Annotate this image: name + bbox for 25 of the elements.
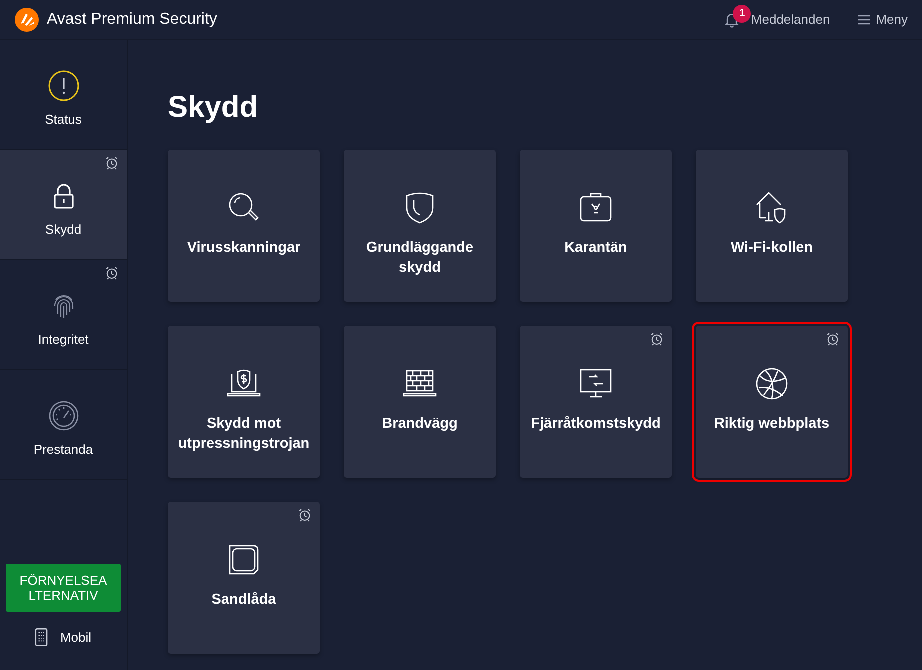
feature-tile[interactable]: Skydd mot utpressningstrojan — [168, 326, 320, 478]
menu-icon — [858, 14, 870, 24]
globe-icon — [754, 366, 790, 402]
app-title: Avast Premium Security — [47, 10, 218, 28]
feature-tile[interactable]: Grundläggande skydd — [344, 150, 496, 302]
mobile-button[interactable]: Mobil — [0, 612, 127, 670]
sidebar-item[interactable]: Skydd — [0, 150, 127, 260]
feature-tile[interactable]: Sandlåda — [168, 502, 320, 654]
notification-count-badge: 1 — [733, 4, 752, 22]
notifications-button[interactable]: 1 Meddelanden — [723, 4, 830, 34]
logo-icon — [15, 8, 39, 32]
sidebar-item[interactable]: Prestanda — [0, 370, 127, 480]
feature-tile[interactable]: Virusskanningar — [168, 150, 320, 302]
feature-tile[interactable]: Karantän — [520, 150, 672, 302]
phone-icon — [35, 628, 48, 647]
feature-tile[interactable]: Brandvägg — [344, 326, 496, 478]
sidebar-item[interactable]: Integritet — [0, 260, 127, 370]
gauge-icon — [48, 400, 80, 432]
page-heading: Skydd — [168, 90, 260, 126]
menu-button[interactable]: Meny — [858, 12, 908, 27]
feature-tile[interactable]: Wi-Fi-kollen — [696, 150, 848, 302]
feature-tile[interactable]: Riktig webbplats — [696, 326, 848, 478]
renewal-options-button[interactable]: FÖRNYELSEA LTERNATIV — [6, 564, 121, 612]
feature-tile[interactable]: Fjärråtkomstskydd — [520, 326, 672, 478]
warning-icon — [48, 70, 80, 102]
